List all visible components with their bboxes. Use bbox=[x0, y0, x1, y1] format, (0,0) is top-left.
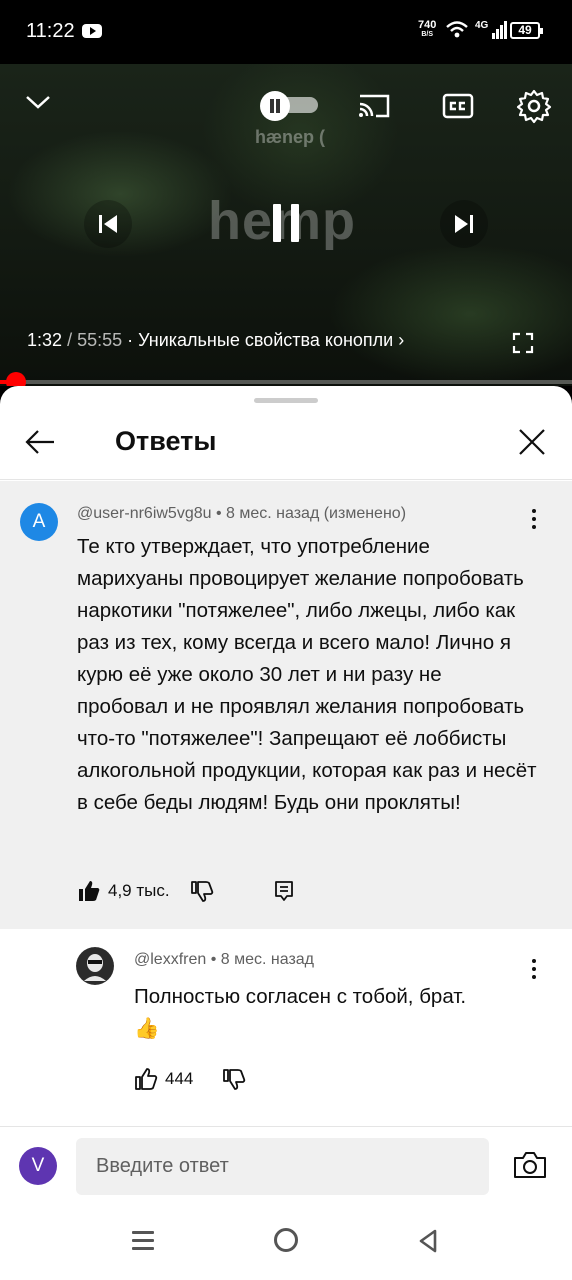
settings-icon[interactable] bbox=[516, 88, 552, 124]
duration: 55:55 bbox=[77, 330, 123, 350]
current-time: 1:32 bbox=[27, 330, 63, 350]
comment-meta: @user-nr6iw5vg8u • 8 мес. назад (изменен… bbox=[77, 505, 407, 522]
reply-meta: @lexxfren • 8 мес. назад bbox=[134, 951, 315, 968]
like-icon[interactable] bbox=[134, 1065, 158, 1093]
reply-comment: @lexxfren • 8 мес. назад Полностью согла… bbox=[0, 929, 572, 1129]
dislike-icon[interactable] bbox=[222, 1065, 246, 1093]
dislike-icon[interactable] bbox=[190, 877, 214, 905]
chapter-title[interactable]: · Уникальные свойства конопли › bbox=[127, 330, 404, 350]
main-comment: A @user-nr6iw5vg8u • 8 мес. назад (измен… bbox=[0, 481, 572, 929]
nav-back-icon[interactable] bbox=[416, 1228, 440, 1254]
autoplay-toggle[interactable] bbox=[260, 91, 320, 121]
signal-icon bbox=[492, 21, 507, 39]
avatar[interactable] bbox=[76, 947, 114, 985]
avatar[interactable]: A bbox=[20, 503, 58, 541]
video-watermark-small: hænep ( bbox=[255, 127, 325, 147]
back-arrow-icon[interactable] bbox=[22, 424, 58, 460]
time-separator: / bbox=[67, 330, 73, 350]
more-icon[interactable] bbox=[520, 505, 548, 533]
reply-text: Полностью согласен с тобой, брат. 👍 bbox=[134, 981, 534, 1045]
cc-icon[interactable] bbox=[442, 92, 474, 120]
youtube-notification-icon bbox=[82, 24, 102, 38]
sheet-title: Ответы bbox=[115, 426, 217, 456]
wifi-icon bbox=[446, 21, 468, 38]
replies-sheet: Ответы A @user-nr6iw5vg8u • 8 мес. назад… bbox=[0, 386, 572, 1280]
close-icon[interactable] bbox=[514, 424, 550, 460]
reply-emoji: 👍 bbox=[134, 1017, 160, 1040]
more-icon[interactable] bbox=[520, 955, 548, 983]
like-count: 444 bbox=[165, 1069, 194, 1088]
reply-body: Полностью согласен с тобой, брат. bbox=[134, 985, 467, 1008]
fullscreen-icon[interactable] bbox=[512, 332, 534, 354]
video-timeline: 1:32 / 55:55 · Уникальные свойства коноп… bbox=[27, 330, 404, 351]
sheet-grabber[interactable] bbox=[254, 398, 318, 403]
user-avatar[interactable]: V bbox=[19, 1147, 57, 1185]
comment-text: Те кто утверждает, что употребление мари… bbox=[77, 535, 537, 814]
comment-actions: 4,9 тыс. bbox=[77, 877, 317, 907]
progress-scrubber[interactable] bbox=[6, 372, 26, 386]
previous-icon[interactable] bbox=[84, 200, 132, 248]
cast-icon[interactable] bbox=[356, 92, 392, 120]
progress-bar[interactable] bbox=[0, 372, 572, 386]
reply-composer: V bbox=[0, 1126, 572, 1206]
like-icon[interactable] bbox=[77, 877, 101, 905]
reply-actions: 444 bbox=[134, 1065, 254, 1095]
status-time: 11:22 bbox=[26, 20, 75, 42]
video-player[interactable]: hænep ( hemp 1:32 / 55:55 · Уникальные с… bbox=[0, 64, 572, 386]
sheet-header: Ответы bbox=[0, 410, 572, 480]
network-type: 4G bbox=[475, 20, 489, 31]
next-icon[interactable] bbox=[440, 200, 488, 248]
home-icon[interactable] bbox=[274, 1228, 298, 1252]
like-count: 4,9 тыс. bbox=[108, 881, 170, 900]
menu-icon[interactable] bbox=[130, 1228, 156, 1254]
network-speed: 740 B/S bbox=[418, 19, 437, 39]
status-bar: 11:22 740 B/S 4G 49 bbox=[0, 0, 572, 64]
pause-icon[interactable] bbox=[256, 196, 316, 256]
system-nav-bar bbox=[0, 1206, 572, 1280]
camera-icon[interactable] bbox=[512, 1149, 548, 1181]
reply-icon[interactable] bbox=[273, 877, 295, 905]
reply-input[interactable] bbox=[76, 1138, 489, 1195]
autoplay-toggle-icon bbox=[260, 91, 290, 121]
battery-indicator: 49 bbox=[510, 22, 543, 39]
chevron-down-icon[interactable] bbox=[22, 90, 54, 114]
